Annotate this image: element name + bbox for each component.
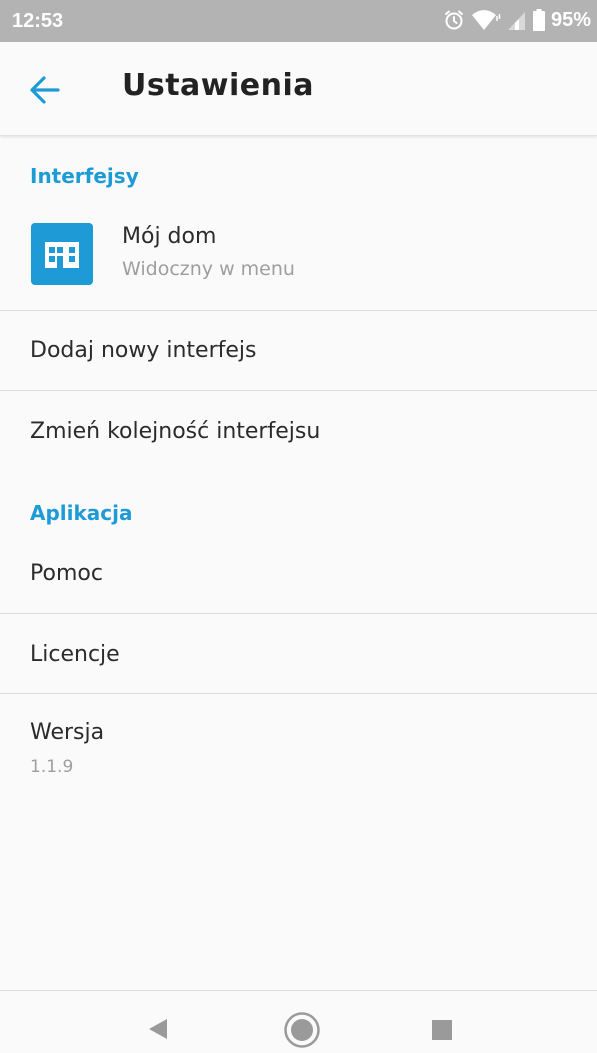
- licenses-item[interactable]: Licencje: [0, 614, 597, 693]
- licenses-label: Licencje: [30, 642, 120, 667]
- add-interface-label: Dodaj nowy interfejs: [30, 338, 257, 363]
- add-interface-item[interactable]: Dodaj nowy interfejs: [0, 311, 597, 390]
- recents-square-icon: [431, 1020, 453, 1045]
- nav-back-button[interactable]: [145, 1017, 169, 1045]
- status-icons: 95%: [443, 8, 591, 32]
- house-icon: [31, 223, 93, 285]
- app-bar: Ustawienia: [0, 42, 597, 136]
- reorder-interface-label: Zmień kolejność interfejsu: [30, 419, 321, 444]
- version-value: 1.1.9: [30, 757, 74, 777]
- alarm-icon: [443, 9, 465, 31]
- back-triangle-icon: [145, 1019, 169, 1045]
- wifi-icon: [471, 8, 501, 32]
- nav-recents-button[interactable]: [431, 1019, 453, 1045]
- system-nav-bar: [0, 990, 597, 1048]
- arrow-left-icon: [24, 76, 64, 114]
- reorder-interface-item[interactable]: Zmień kolejność interfejsu: [0, 391, 597, 471]
- page-title: Ustawienia: [122, 68, 315, 103]
- section-header-application: Aplikacja: [30, 501, 133, 525]
- help-label: Pomoc: [30, 561, 103, 586]
- help-item[interactable]: Pomoc: [0, 535, 597, 613]
- status-time: 12:53: [12, 10, 64, 32]
- interface-subtitle: Widoczny w menu: [122, 258, 295, 280]
- back-button[interactable]: [24, 70, 72, 110]
- section-header-interfaces: Interfejsy: [30, 164, 139, 188]
- status-bar: 12:53 95%: [0, 0, 597, 42]
- version-item[interactable]: Wersja 1.1.9: [0, 694, 597, 794]
- battery-level: 95%: [550, 8, 591, 31]
- home-circle-icon: [283, 1012, 321, 1053]
- signal-icon: [507, 9, 527, 31]
- version-label: Wersja: [30, 720, 105, 745]
- interface-title: Mój dom: [122, 224, 217, 249]
- battery-icon: [532, 9, 545, 31]
